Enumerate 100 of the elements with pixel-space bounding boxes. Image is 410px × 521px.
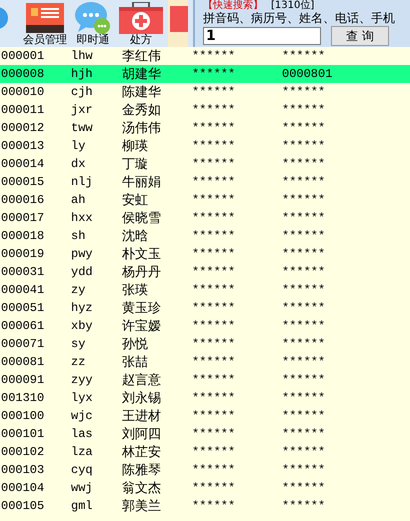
toolbar-label[interactable]: 处方: [130, 34, 152, 46]
table-cell-text: cyq: [71, 463, 94, 477]
table-cell-text: las: [71, 427, 94, 441]
table-cell-text: 许宝嫒: [122, 318, 162, 335]
table-cell-text: xby: [71, 319, 94, 333]
table-cell-text: 000071: [0, 337, 46, 351]
table-cell-text: ******: [282, 463, 326, 477]
table-row[interactable]: 000018 sh 沈晗 ****** ******: [0, 227, 410, 245]
table-cell-text: ******: [282, 301, 326, 315]
table-cell-text: ******: [192, 121, 236, 135]
table-row[interactable]: 000102 lza 林芷安 ****** ******: [0, 443, 410, 461]
table-row[interactable]: 000011 jxr 金秀如 ****** ******: [0, 101, 410, 119]
table-cell-text: 001310: [0, 391, 46, 405]
table-row[interactable]: 000041 zy 张瑛 ****** ******: [0, 281, 410, 299]
table-cell-text: 郭美兰: [122, 498, 162, 515]
search-button[interactable]: 查 询: [331, 26, 389, 46]
table-cell-text: 000012: [0, 121, 46, 135]
table-cell-text: ******: [192, 67, 236, 81]
search-hint: 拼音码、病历号、姓名、电话、手机: [203, 11, 396, 25]
table-cell-text: ******: [192, 139, 236, 153]
toolbar-label[interactable]: 会员管理: [23, 34, 67, 46]
table-cell-text: ******: [192, 265, 236, 279]
table-row[interactable]: 000104 wwj 翁文杰 ****** ******: [0, 479, 410, 497]
table-cell-text: ******: [192, 175, 236, 189]
table-cell-text: ******: [282, 157, 326, 171]
table-cell-text: ******: [192, 157, 236, 171]
table-cell-text: 000104: [0, 481, 46, 495]
table-row[interactable]: 000081 zz 张喆 ****** ******: [0, 353, 410, 371]
table-cell-text: 000016: [0, 193, 46, 207]
table-row[interactable]: 000071 sy 孙悦 ****** ******: [0, 335, 410, 353]
table-row[interactable]: 000008 hjh 胡建华 ****** 0000801: [0, 65, 410, 83]
table-cell-text: 赵言意: [122, 372, 162, 389]
table-cell-text: ******: [282, 247, 326, 261]
id-card-icon[interactable]: [26, 2, 64, 34]
table-row[interactable]: 000013 ly 柳瑛 ****** ******: [0, 137, 410, 155]
table-cell-text: zz: [71, 355, 86, 369]
table-cell-text: ******: [192, 463, 236, 477]
table-row[interactable]: 000031 ydd 杨丹丹 ****** ******: [0, 263, 410, 281]
table-cell-text: ******: [192, 283, 236, 297]
table-cell-text: ******: [192, 409, 236, 423]
table-cell-text: 000061: [0, 319, 46, 333]
table-cell-text: 000010: [0, 85, 46, 99]
table-cell-text: ******: [192, 247, 236, 261]
table-cell-text: ******: [192, 427, 236, 441]
table-cell-text: 侯晓雪: [122, 210, 162, 227]
table-cell-text: ah: [71, 193, 86, 207]
table-cell-text: ******: [282, 229, 326, 243]
table-cell-text: ******: [282, 409, 326, 423]
table-cell-text: ******: [282, 355, 326, 369]
table-cell-text: 汤伟伟: [122, 120, 162, 137]
table-cell-text: 丁璇: [122, 156, 149, 173]
table-cell-text: 陈雅琴: [122, 462, 162, 479]
table-row[interactable]: 000010 cjh 陈建华 ****** ******: [0, 83, 410, 101]
table-cell-text: 000031: [0, 265, 46, 279]
table-cell-text: ******: [282, 373, 326, 387]
table-row[interactable]: 000001 lhw 李红伟 ****** ******: [0, 47, 410, 65]
table-cell-text: hxx: [71, 211, 94, 225]
table-cell-text: 000013: [0, 139, 46, 153]
table-row[interactable]: 000051 hyz 黄玉珍 ****** ******: [0, 299, 410, 317]
table-cell-text: ******: [282, 211, 326, 225]
table-cell-text: ******: [192, 355, 236, 369]
table-cell-text: hyz: [71, 301, 94, 315]
table-cell-text: 刘阿四: [122, 426, 162, 443]
table-row[interactable]: 001310 lyx 刘永锡 ****** ******: [0, 389, 410, 407]
table-cell-text: 柳瑛: [122, 138, 149, 155]
table-cell-text: 胡建华: [122, 66, 162, 83]
search-field[interactable]: 1: [203, 27, 321, 45]
table-cell-text: ******: [282, 445, 326, 459]
table-row[interactable]: 000012 tww 汤伟伟 ****** ******: [0, 119, 410, 137]
table-cell-text: ******: [192, 103, 236, 117]
table-cell-text: 000011: [0, 103, 46, 117]
table-row[interactable]: 000016 ah 安虹 ****** ******: [0, 191, 410, 209]
chat-bubble-icon[interactable]: [75, 2, 111, 34]
table-cell-text: dx: [71, 157, 86, 171]
table-cell-text: ******: [282, 265, 326, 279]
table-row[interactable]: 000019 pwy 朴文玉 ****** ******: [0, 245, 410, 263]
table-cell-text: ******: [192, 337, 236, 351]
table-row[interactable]: 000015 nlj 牛丽娟 ****** ******: [0, 173, 410, 191]
table-cell-text: ******: [192, 499, 236, 513]
table-cell-text: wjc: [71, 409, 94, 423]
table-cell-text: gml: [71, 499, 94, 513]
table-cell-text: 000102: [0, 445, 46, 459]
table-cell-text: jxr: [71, 103, 94, 117]
table-cell-text: 000019: [0, 247, 46, 261]
table-row[interactable]: 000101 las 刘阿四 ****** ******: [0, 425, 410, 443]
table-row[interactable]: 000091 zyy 赵言意 ****** ******: [0, 371, 410, 389]
table-row[interactable]: 000014 dx 丁璇 ****** ******: [0, 155, 410, 173]
toolbar-label[interactable]: 即时通: [76, 34, 110, 46]
table-cell-text: ******: [282, 337, 326, 351]
table-cell-text: ******: [282, 499, 326, 513]
table-row[interactable]: 000061 xby 许宝嫒 ****** ******: [0, 317, 410, 335]
table-cell-text: zy: [71, 283, 86, 297]
table-row[interactable]: 000100 wjc 王进材 ****** ******: [0, 407, 410, 425]
table-row[interactable]: 000017 hxx 侯晓雪 ****** ******: [0, 209, 410, 227]
table-row[interactable]: 000105 gml 郭美兰 ****** ******: [0, 497, 410, 515]
table-cell-text: 安虹: [122, 192, 149, 209]
table-cell-text: 000017: [0, 211, 46, 225]
table-cell-text: ******: [282, 481, 326, 495]
table-cell-text: sh: [71, 229, 86, 243]
table-row[interactable]: 000103 cyq 陈雅琴 ****** ******: [0, 461, 410, 479]
